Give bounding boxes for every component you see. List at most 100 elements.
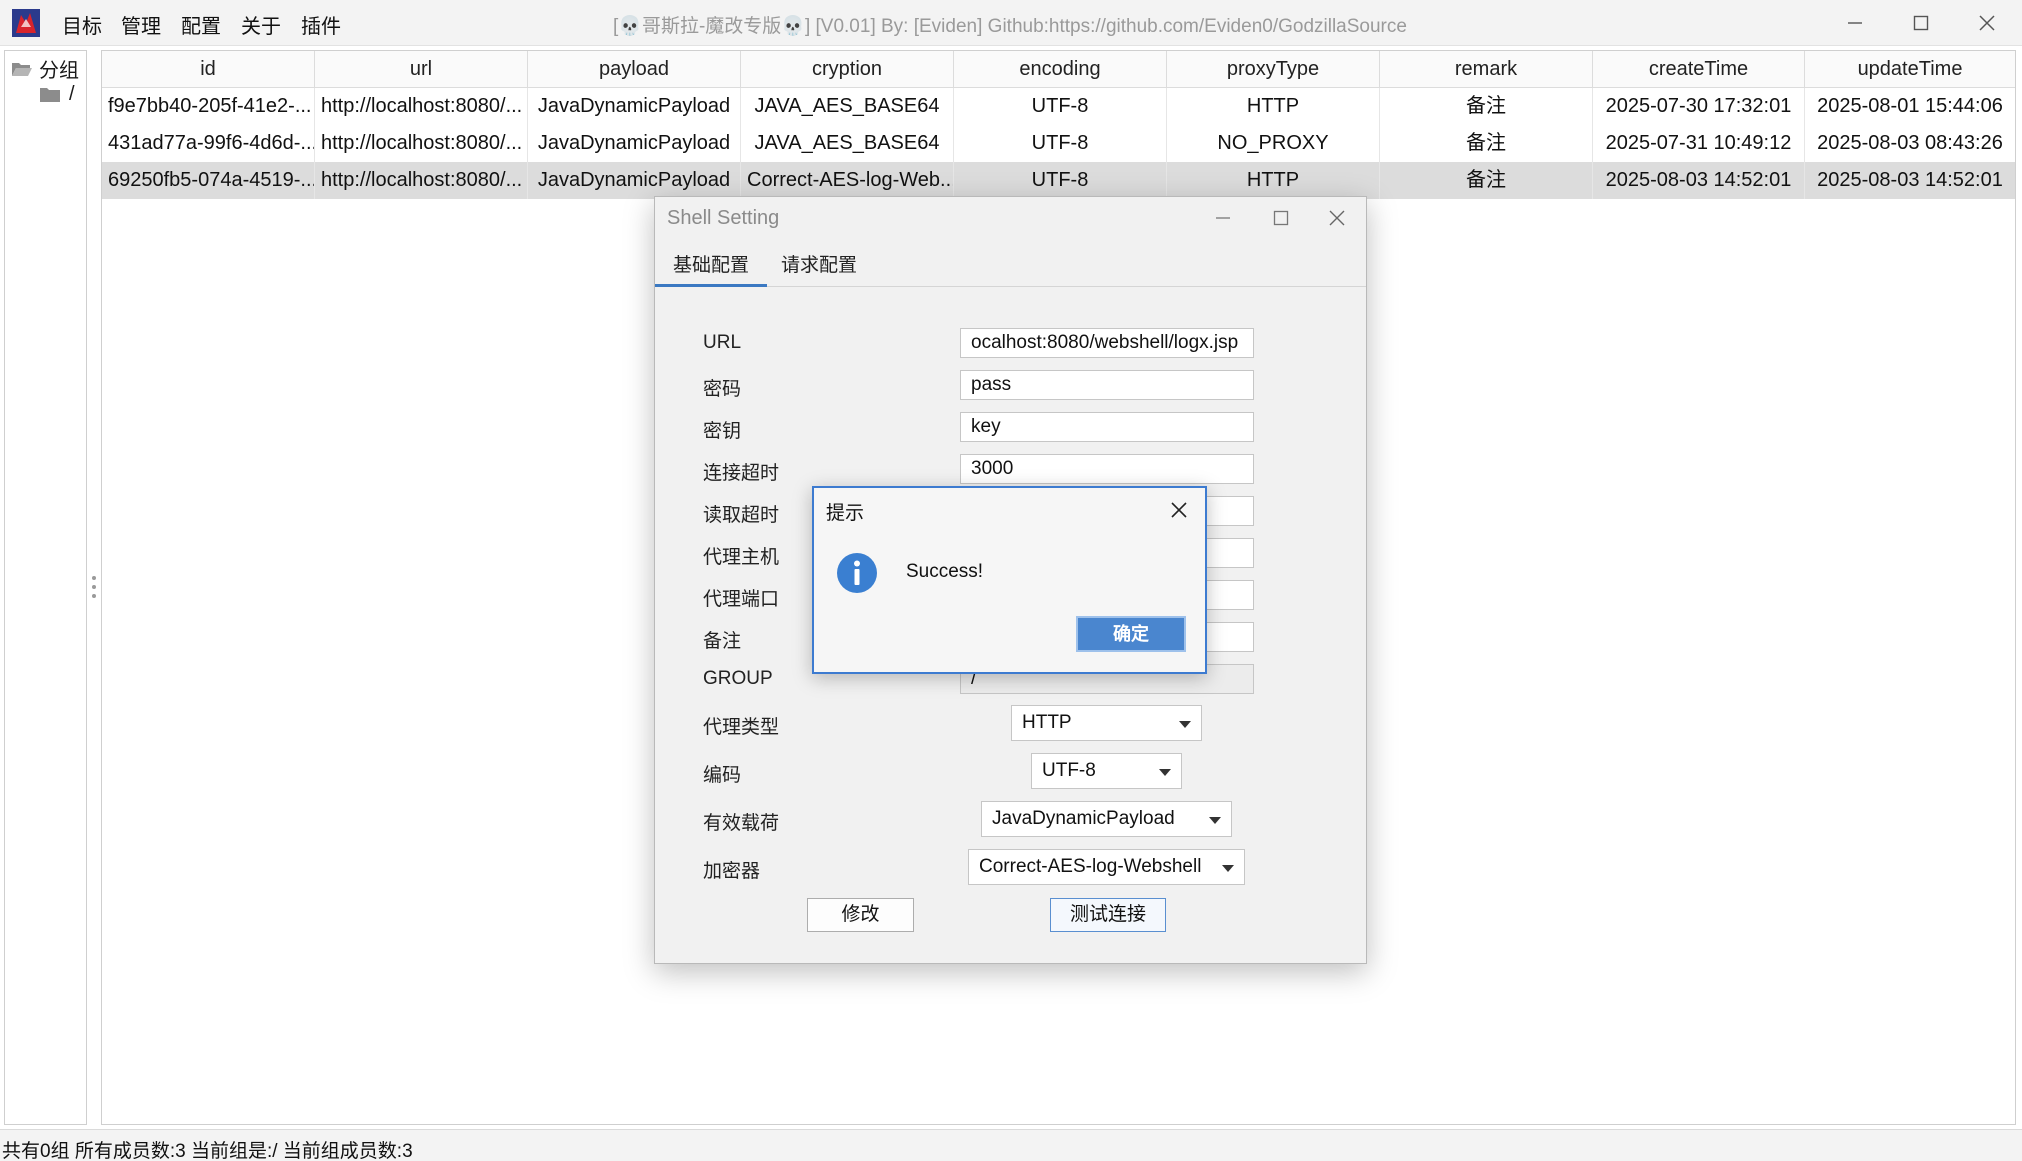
tree-node-root[interactable]: 分组 — [11, 54, 79, 83]
proxy-port-label: 代理端口 — [703, 589, 780, 610]
tree-node-slash[interactable]: / — [39, 83, 75, 106]
table-row-selected[interactable]: 69250fb5-074a-4519-... http://localhost:… — [102, 162, 2015, 199]
cell-remark: 备注 — [1380, 88, 1593, 125]
chevron-down-icon — [1179, 721, 1191, 728]
maximize-icon — [1273, 210, 1289, 226]
key-field[interactable]: key — [960, 412, 1254, 442]
dialog-close-button[interactable] — [1307, 197, 1367, 239]
window-title: [💀哥斯拉-魔改专版💀] [V0.01] By: [Eviden] Github… — [613, 16, 1407, 37]
column-header-proxytype[interactable]: proxyType — [1167, 51, 1380, 88]
remark-label: 备注 — [703, 631, 742, 652]
cell-payload: JavaDynamicPayload — [528, 88, 741, 125]
ok-button[interactable]: 确定 — [1076, 616, 1186, 652]
cell-id: f9e7bb40-205f-41e2-... — [102, 88, 315, 125]
password-field[interactable]: pass — [960, 370, 1254, 400]
cryption-select[interactable]: Correct-AES-log-Webshell — [968, 849, 1245, 885]
menu-plugins[interactable]: 插件 — [301, 10, 341, 39]
cell-encoding: UTF-8 — [954, 88, 1167, 125]
column-header-remark[interactable]: remark — [1380, 51, 1593, 88]
cell-url: http://localhost:8080/... — [315, 88, 528, 125]
minimize-icon — [1216, 217, 1230, 219]
cell-createtime: 2025-07-30 17:32:01 — [1593, 88, 1805, 125]
column-header-payload[interactable]: payload — [528, 51, 741, 88]
info-icon — [837, 553, 877, 593]
menu-target[interactable]: 目标 — [62, 10, 102, 39]
proxy-host-label: 代理主机 — [703, 547, 780, 568]
menu-config[interactable]: 配置 — [181, 10, 221, 39]
column-header-url[interactable]: url — [315, 51, 528, 88]
proxy-type-label: 代理类型 — [703, 717, 780, 738]
modify-button[interactable]: 修改 — [807, 898, 914, 932]
cell-proxytype: NO_PROXY — [1167, 125, 1380, 162]
cell-url: http://localhost:8080/... — [315, 162, 528, 199]
cell-cryption: JAVA_AES_BASE64 — [741, 125, 954, 162]
menu-about[interactable]: 关于 — [241, 10, 281, 39]
dialog-maximize-button[interactable] — [1251, 197, 1311, 239]
cryption-label: 加密器 — [703, 861, 761, 882]
table-header: id url payload cryption encoding proxyTy… — [102, 51, 2015, 88]
cell-createtime: 2025-08-03 14:52:01 — [1593, 162, 1805, 199]
key-label: 密钥 — [703, 421, 742, 442]
group-tree[interactable]: 分组 / — [4, 50, 87, 1125]
url-field[interactable]: ocalhost:8080/webshell/logx.jsp — [960, 328, 1254, 358]
chevron-down-icon — [1159, 769, 1171, 776]
cell-encoding: UTF-8 — [954, 162, 1167, 199]
minimize-button[interactable] — [1822, 0, 1888, 46]
status-text: 共有0组 所有成员数:3 当前组是:/ 当前组成员数:3 — [2, 1141, 413, 1161]
tab-basic-config[interactable]: 基础配置 — [655, 249, 768, 287]
tab-request-config[interactable]: 请求配置 — [763, 249, 875, 287]
connect-timeout-field[interactable]: 3000 — [960, 454, 1254, 484]
column-header-encoding[interactable]: encoding — [954, 51, 1167, 88]
close-icon — [1329, 210, 1345, 226]
column-header-id[interactable]: id — [102, 51, 315, 88]
splitter-grip-icon[interactable] — [91, 574, 97, 600]
close-icon — [1979, 15, 1995, 31]
close-icon — [1171, 502, 1187, 518]
dialog-tabs: 基础配置 请求配置 — [655, 249, 1366, 287]
proxy-type-select[interactable]: HTTP — [1011, 705, 1202, 741]
cell-payload: JavaDynamicPayload — [528, 125, 741, 162]
encoding-select[interactable]: UTF-8 — [1031, 753, 1182, 789]
folder-icon — [40, 87, 60, 102]
cell-id: 431ad77a-99f6-4d6d-... — [102, 125, 315, 162]
chevron-down-icon — [1222, 865, 1234, 872]
url-label: URL — [703, 332, 742, 353]
godzilla-app-icon — [12, 9, 40, 37]
cell-payload: JavaDynamicPayload — [528, 162, 741, 199]
password-label: 密码 — [703, 379, 742, 400]
connect-timeout-label: 连接超时 — [703, 463, 780, 484]
message-box-close-button[interactable] — [1159, 492, 1199, 528]
menu-manage[interactable]: 管理 — [121, 10, 161, 39]
dialog-minimize-button[interactable] — [1193, 197, 1253, 239]
test-connection-button[interactable]: 测试连接 — [1050, 898, 1166, 932]
column-header-cryption[interactable]: cryption — [741, 51, 954, 88]
tree-child-label: / — [69, 83, 75, 105]
payload-value: JavaDynamicPayload — [992, 808, 1175, 829]
cell-remark: 备注 — [1380, 125, 1593, 162]
cell-updatetime: 2025-08-03 08:43:26 — [1817, 132, 2003, 154]
minimize-icon — [1848, 22, 1862, 24]
payload-select[interactable]: JavaDynamicPayload — [981, 801, 1232, 837]
encoding-label: 编码 — [703, 765, 742, 786]
cell-updatetime: 2025-08-01 15:44:06 — [1817, 95, 2003, 117]
success-message-box: 提示 Success! 确定 — [812, 486, 1207, 674]
open-folder-icon — [12, 62, 32, 76]
group-label: GROUP — [703, 668, 773, 689]
tree-root-label: 分组 — [39, 60, 79, 82]
cell-id: 69250fb5-074a-4519-... — [102, 162, 315, 199]
cell-url: http://localhost:8080/... — [315, 125, 528, 162]
proxy-type-value: HTTP — [1022, 712, 1072, 733]
read-timeout-label: 读取超时 — [703, 505, 780, 526]
table-row[interactable]: f9e7bb40-205f-41e2-... http://localhost:… — [102, 88, 2015, 125]
table-row[interactable]: 431ad77a-99f6-4d6d-... http://localhost:… — [102, 125, 2015, 162]
cell-cryption: Correct-AES-log-Web... — [741, 162, 954, 199]
column-header-updatetime[interactable]: updateTime — [1805, 51, 2015, 88]
cell-remark: 备注 — [1380, 162, 1593, 199]
close-button[interactable] — [1954, 0, 2020, 46]
cell-proxytype: HTTP — [1167, 162, 1380, 199]
cell-updatetime: 2025-08-03 14:52:01 — [1817, 169, 2003, 191]
maximize-button[interactable] — [1888, 0, 1954, 46]
cell-proxytype: HTTP — [1167, 88, 1380, 125]
title-bar: 目标 管理 配置 关于 插件 [💀哥斯拉-魔改专版💀] [V0.01] By: … — [0, 0, 2022, 46]
column-header-createtime[interactable]: createTime — [1593, 51, 1805, 88]
